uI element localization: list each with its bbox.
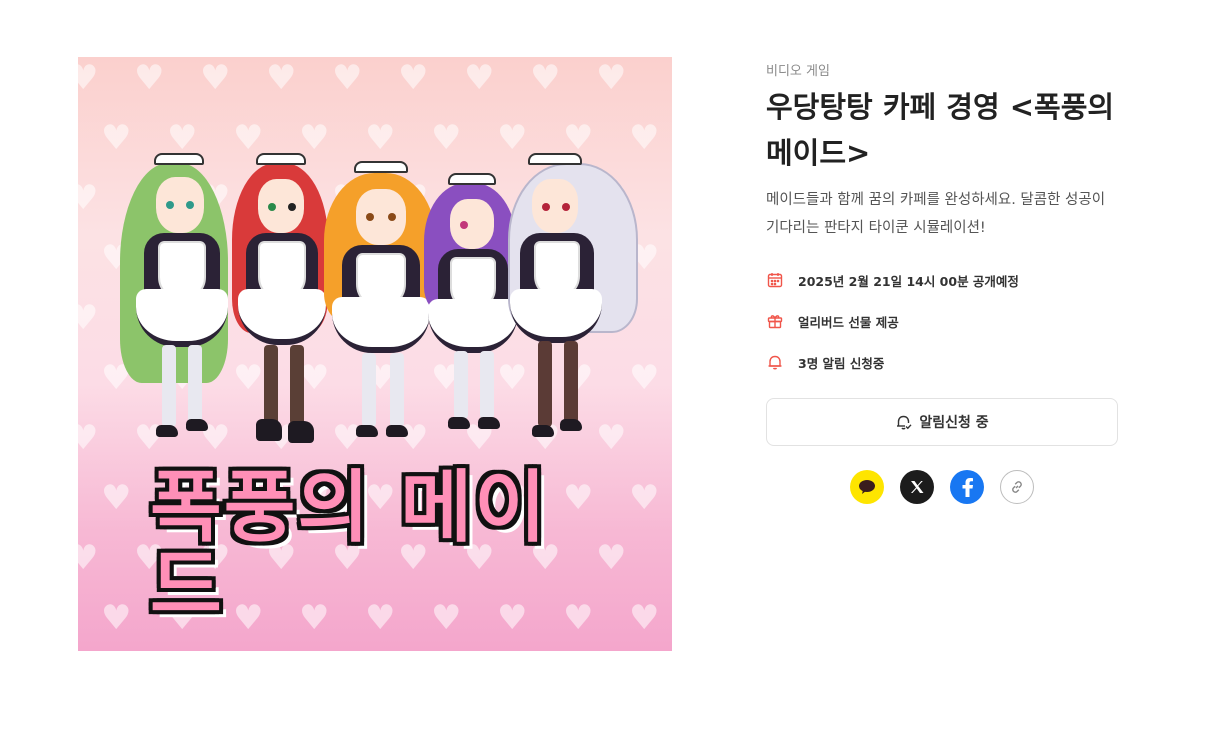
gift-icon xyxy=(766,312,784,330)
notify-button-label: 알림신청 중 xyxy=(919,415,989,431)
facebook-share-icon xyxy=(959,477,975,497)
heart-decoration-icon: ♥ xyxy=(365,118,396,158)
info-release-date: 2025년 2월 21일 14시 00분 공개예정 xyxy=(766,270,1019,290)
product-category: 비디오 게임 xyxy=(766,64,830,79)
heart-decoration-icon: ♥ xyxy=(530,58,561,98)
heart-decoration-icon: ♥ xyxy=(78,538,99,578)
heart-decoration-icon: ♥ xyxy=(200,58,231,98)
kakaotalk-share-button[interactable] xyxy=(850,470,884,504)
heart-decoration-icon: ♥ xyxy=(431,118,462,158)
info-subscribers: 3명 알림 신청중 xyxy=(766,352,884,372)
facebook-share-button[interactable] xyxy=(950,470,984,504)
bell-check-icon xyxy=(895,413,913,431)
heart-decoration-icon: ♥ xyxy=(101,478,132,518)
maid-character-silver xyxy=(498,149,648,449)
heart-decoration-icon: ♥ xyxy=(629,478,660,518)
game-logo: 폭풍의 메이드 xyxy=(150,463,548,631)
link-copy-button[interactable] xyxy=(1000,470,1034,504)
heart-decoration-icon: ♥ xyxy=(78,178,99,218)
product-title: 우당탕탕 카페 경영 <폭풍의 메이드> xyxy=(766,90,1115,170)
heart-decoration-icon: ♥ xyxy=(629,598,660,638)
heart-decoration-icon: ♥ xyxy=(78,58,99,98)
link-copy-icon xyxy=(1009,479,1025,495)
heart-decoration-icon: ♥ xyxy=(464,58,495,98)
x-share-icon xyxy=(909,479,925,495)
notify-button[interactable]: 알림신청 중 xyxy=(766,398,1118,446)
heart-decoration-icon: ♥ xyxy=(78,418,99,458)
bell-icon xyxy=(766,353,784,371)
heart-decoration-icon: ♥ xyxy=(78,298,99,338)
heart-decoration-icon: ♥ xyxy=(266,58,297,98)
kakaotalk-share-icon xyxy=(858,479,876,495)
calendar-icon xyxy=(766,271,784,289)
heart-decoration-icon: ♥ xyxy=(101,598,132,638)
info-subscribers-text: 3명 알림 신청중 xyxy=(798,355,885,371)
info-early-bird-text: 얼리버드 선물 제공 xyxy=(798,314,899,330)
x-share-button[interactable] xyxy=(900,470,934,504)
product-image: ♥ ♥ ♥ ♥ ♥ ♥ ♥ ♥ ♥ ♥ ♥ ♥ ♥ ♥ ♥ ♥ ♥ ♥ ♥ ♥ ♥ ♥ ♥ ♥ ♥ ♥ ♥ ♥ ♥ ♥ ♥ ♥ ♥ ♥ ♥ ♥ ♥ ♥ ♥ ♥… xyxy=(78,57,672,651)
info-early-bird: 얼리버드 선물 제공 xyxy=(766,311,899,331)
info-release-date-text: 2025년 2월 21일 14시 00분 공개예정 xyxy=(798,273,1019,289)
heart-decoration-icon: ♥ xyxy=(134,58,165,98)
maid-character-green xyxy=(116,149,236,449)
heart-decoration-icon: ♥ xyxy=(332,58,363,98)
heart-decoration-icon: ♥ xyxy=(596,58,627,98)
product-description: 메이드들과 함께 꿈의 카페를 완성하세요. 달콤한 성공이 기다리는 판타지 … xyxy=(766,192,1106,236)
heart-decoration-icon: ♥ xyxy=(398,58,429,98)
